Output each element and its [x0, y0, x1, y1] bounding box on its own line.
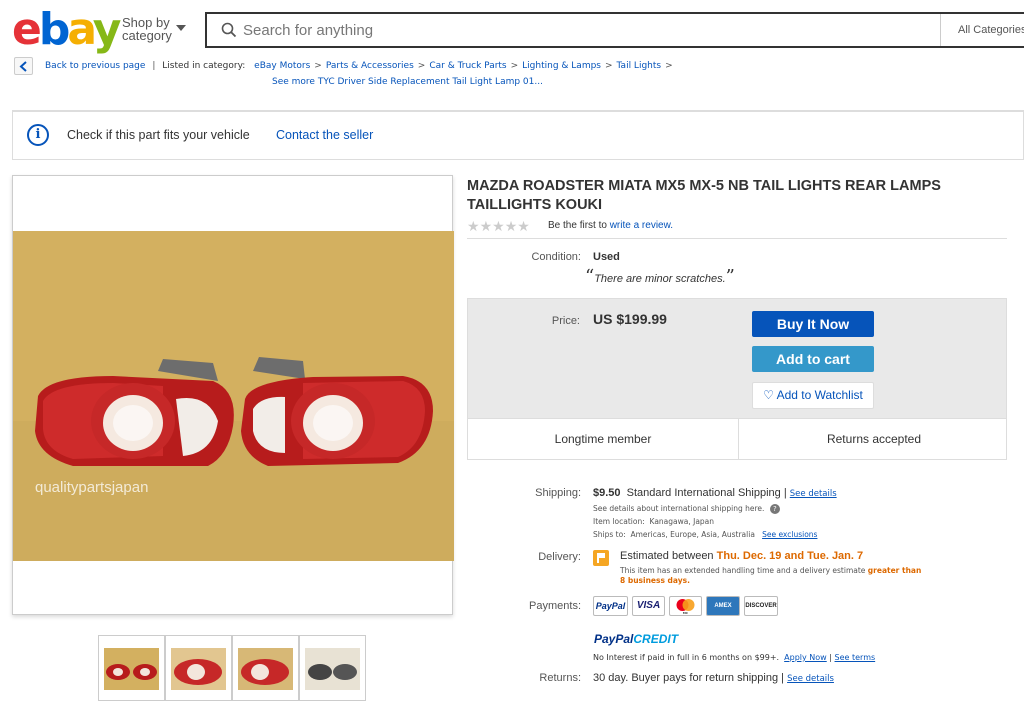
image-watermark: qualitypartsjapan [35, 479, 149, 496]
review-prompt: Be the first to write a review. [548, 220, 674, 231]
flag-icon [593, 550, 609, 566]
returns-accepted-badge: Returns accepted [826, 432, 922, 446]
write-review-link[interactable]: write a review. [610, 220, 673, 231]
condition-value: Used [593, 251, 620, 263]
star-icon: ★ [467, 218, 480, 234]
paypal-credit-note: No Interest if paid in full in 6 months … [593, 653, 876, 662]
condition-label: Condition: [531, 251, 581, 263]
breadcrumb-item-parts-accessories[interactable]: Parts & Accessories [326, 61, 414, 71]
delivery-note: This item has an extended handling time … [620, 566, 922, 575]
item-location: Item location: Kanagawa, Japan [593, 517, 715, 526]
tail-lights-image [13, 231, 454, 561]
payments-label: Payments: [529, 600, 581, 612]
thumbnail-2[interactable] [165, 635, 232, 701]
condition-note: “There are minor scratches.” [585, 266, 735, 287]
chevron-down-icon [176, 25, 186, 31]
mastercard-icon: MC [676, 599, 695, 615]
thumbnail-image [305, 648, 360, 690]
price-label: Price: [551, 315, 580, 327]
breadcrumb-item-tail-lights[interactable]: Tail Lights [617, 61, 662, 71]
price-box: Price: US $199.99 Buy It Now Add to cart… [467, 298, 1007, 460]
star-icon: ★ [479, 218, 493, 234]
divider [467, 238, 1007, 239]
see-terms-link[interactable]: See terms [835, 653, 876, 662]
search-input[interactable]: Search for anything [243, 22, 373, 39]
buy-it-now-button[interactable]: Buy It Now [752, 311, 874, 337]
apply-now-link[interactable]: Apply Now [784, 653, 827, 662]
breadcrumb: Back to previous page | Listed in catego… [45, 61, 673, 71]
rating-stars[interactable]: ★★★★★ [467, 218, 530, 236]
delivery-label: Delivery: [538, 551, 581, 563]
shipping-see-details-link[interactable]: See details [790, 489, 837, 499]
visa-badge: VISA [632, 596, 665, 616]
main-image-panel[interactable]: qualitypartsjapan [12, 175, 454, 615]
svg-text:MC: MC [683, 611, 689, 615]
breadcrumb-item-ebay-motors[interactable]: eBay Motors [254, 61, 310, 71]
header: ebay Shop by category Search for anythin… [0, 0, 1024, 58]
star-icon: ★ [517, 218, 530, 234]
delivery-estimate: Estimated between Thu. Dec. 19 and Tue. … [620, 550, 864, 562]
ebay-logo[interactable]: ebay [12, 6, 121, 54]
intl-shipping-note: See details about international shipping… [593, 504, 780, 514]
item-title: MAZDA ROADSTER MIATA MX5 MX-5 NB TAIL LI… [467, 178, 941, 213]
see-more-link[interactable]: See more TYC Driver Side Replacement Tai… [272, 77, 543, 87]
listed-in-label: Listed in category: [162, 61, 246, 71]
back-button[interactable] [14, 57, 33, 75]
shipping-method: Standard International Shipping [626, 487, 781, 499]
search-bar[interactable]: Search for anything All Categories [205, 12, 1024, 48]
mastercard-badge: MC [669, 596, 702, 616]
paypal-credit-logo: PayPalCREDIT [594, 632, 679, 646]
shipping-label: Shipping: [535, 487, 581, 499]
add-to-cart-button[interactable]: Add to cart [752, 346, 874, 372]
thumbnail-1[interactable] [98, 635, 165, 701]
paypal-badge: PayPal [593, 596, 628, 616]
amex-badge: AMEX [706, 596, 740, 616]
delivery-note-business-days: 8 business days. [620, 576, 690, 585]
breadcrumb-item-car-truck-parts[interactable]: Car & Truck Parts [429, 61, 506, 71]
ships-to: Ships to: Americas, Europe, Asia, Austra… [593, 530, 818, 539]
see-exclusions-link[interactable]: See exclusions [762, 530, 817, 539]
add-to-watchlist-button[interactable]: ♡ Add to Watchlist [752, 382, 874, 409]
star-icon: ★ [492, 218, 505, 234]
thumbnail-4[interactable] [299, 635, 366, 701]
longtime-member-badge: Longtime member [554, 432, 652, 446]
shipping-line: $9.50 Standard International Shipping | … [593, 487, 837, 499]
shipping-cost: $9.50 [593, 487, 621, 499]
price-value: US $199.99 [593, 311, 667, 327]
fitment-bar: i Check if this part fits your vehicle C… [12, 110, 1024, 160]
thumbnail-image [171, 648, 226, 690]
info-icon: i [27, 124, 49, 146]
returns-see-details-link[interactable]: See details [787, 674, 834, 684]
help-icon[interactable]: ? [769, 504, 780, 514]
returns-policy: 30 day. Buyer pays for return shipping |… [593, 672, 834, 684]
returns-label: Returns: [539, 672, 581, 684]
chevron-left-icon [19, 61, 27, 72]
star-icon: ★ [504, 218, 518, 234]
category-select[interactable]: All Categories [940, 14, 1024, 46]
thumbnail-image [238, 648, 293, 690]
product-photo[interactable]: qualitypartsjapan [13, 231, 454, 561]
discover-badge: DISCOVER [744, 596, 778, 616]
delivery-dates: Thu. Dec. 19 and Tue. Jan. 7 [716, 550, 864, 562]
thumbnail-image [104, 648, 159, 690]
search-icon [221, 22, 237, 38]
shop-by-category-button[interactable]: Shop by category [122, 16, 186, 42]
back-to-previous-link[interactable]: Back to previous page [45, 61, 145, 71]
heart-icon: ♡ [763, 388, 774, 402]
thumbnail-3[interactable] [232, 635, 299, 701]
fitment-check-text[interactable]: Check if this part fits your vehicle [67, 128, 250, 142]
contact-seller-link[interactable]: Contact the seller [276, 128, 373, 142]
breadcrumb-item-lighting-lamps[interactable]: Lighting & Lamps [522, 61, 601, 71]
